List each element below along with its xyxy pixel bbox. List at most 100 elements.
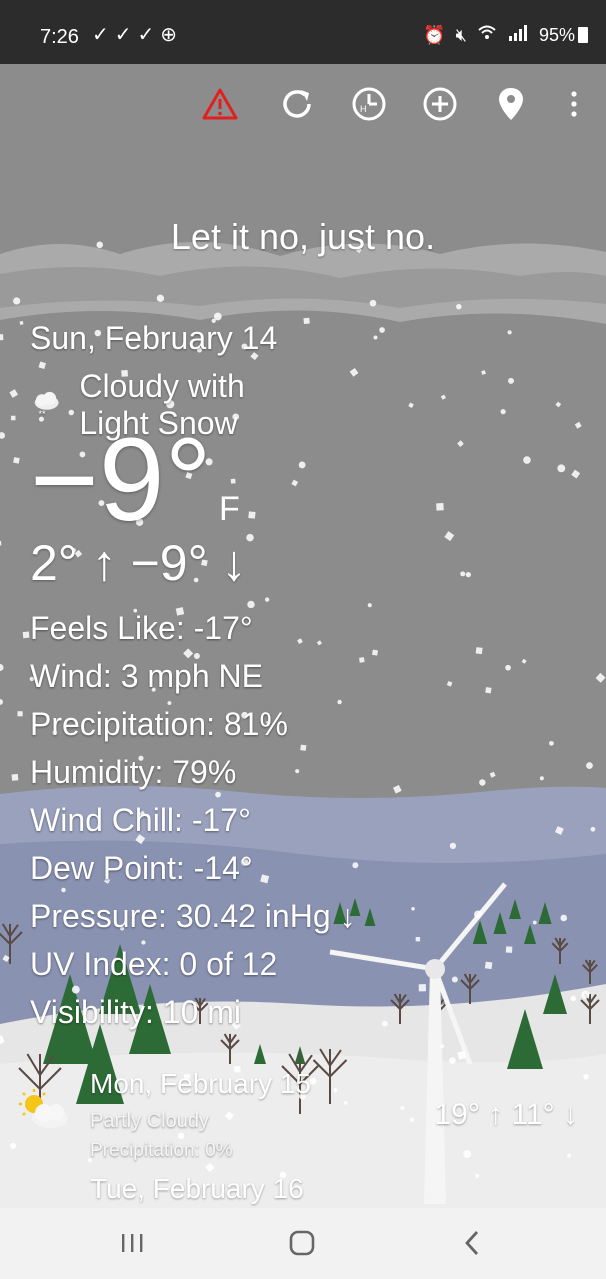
snowflake <box>246 533 254 542</box>
refresh-icon[interactable] <box>277 84 317 124</box>
snowflake <box>415 937 421 942</box>
snowflake <box>230 478 236 484</box>
weather-details: Feels Like: -17° Wind: 3 mph NE Precipit… <box>30 608 356 1040</box>
snowflake <box>523 456 531 464</box>
snowflake <box>500 409 506 415</box>
basketball-icon: ⊕ <box>160 24 184 46</box>
snowflake <box>436 502 444 511</box>
pressure: Pressure: 30.42 inHg ↓ <box>30 898 356 934</box>
snowflake <box>570 995 577 1002</box>
map-pin-icon[interactable] <box>491 84 531 124</box>
snowflake <box>418 984 427 992</box>
snowflake <box>379 327 385 333</box>
snowflake <box>11 773 19 781</box>
top-toolbar: H <box>0 84 606 124</box>
snowflake <box>13 457 20 464</box>
sun-cloud-icon <box>19 1089 68 1128</box>
snowflake <box>359 657 365 663</box>
system-icons: ⏰ 🔇︎ 95% <box>423 24 588 47</box>
forecast-precipitation: Precipitation: 0% <box>90 1140 233 1161</box>
snowflake <box>369 299 377 307</box>
snowflake <box>557 464 566 473</box>
snowflake <box>22 631 30 639</box>
snowflake <box>298 461 306 469</box>
mute-icon: 🔇︎ <box>455 25 467 45</box>
snowflake <box>474 910 482 919</box>
snowflake <box>549 740 554 746</box>
snowflake <box>505 664 511 671</box>
history-clock-icon[interactable]: H <box>349 84 389 124</box>
snowflake <box>264 597 270 602</box>
snowflake <box>382 1020 388 1027</box>
snowflake <box>411 906 415 911</box>
snowflake <box>460 571 466 577</box>
snowflake <box>508 377 514 384</box>
forecast-item[interactable]: Mon, February 15 Partly Cloudy Precipita… <box>0 1060 606 1164</box>
alert-icon[interactable] <box>200 84 240 124</box>
humidity: Humidity: 79% <box>30 754 237 790</box>
notification-icons: ✓✓✓⊕ <box>92 22 183 47</box>
dew-point: Dew Point: -14° <box>30 850 253 886</box>
snowflake <box>0 334 4 341</box>
snowflake <box>590 826 596 832</box>
snowflake <box>586 762 593 770</box>
signal-4g-icon <box>507 24 529 47</box>
wind: Wind: 3 mph NE <box>30 658 263 694</box>
weather-tagline: Let it no, just no. <box>170 216 436 257</box>
alarm-icon: ⏰ <box>423 25 446 45</box>
snowflake <box>13 297 21 305</box>
more-vert-icon[interactable] <box>554 84 594 124</box>
battery-icon <box>578 27 588 43</box>
recent-apps-icon[interactable] <box>112 1226 152 1260</box>
today-high-low: 2° ↑ −9° ↓ <box>30 535 247 591</box>
forecast-day: Tue, February 16 <box>90 1173 304 1204</box>
forecast-condition: Partly Cloudy <box>90 1110 209 1132</box>
snowflake <box>581 990 590 999</box>
check-icon: ✓ <box>137 24 161 46</box>
snowflake <box>303 317 310 325</box>
home-icon[interactable] <box>282 1226 322 1260</box>
snowflake <box>560 914 568 922</box>
visibility: Visibility: 10 mi <box>30 994 242 1030</box>
snowflake <box>451 976 458 983</box>
wifi-icon <box>477 24 497 47</box>
snowflake <box>449 842 457 850</box>
snowflake <box>485 687 492 694</box>
snowflake <box>479 779 486 786</box>
forecast-item[interactable]: Tue, February 16 <box>0 1165 606 1208</box>
snowflake <box>0 540 2 546</box>
snowflake <box>465 571 471 578</box>
wind-chill: Wind Chill: -17° <box>30 802 251 838</box>
add-location-icon[interactable] <box>420 84 460 124</box>
current-temperature: −9° <box>30 414 212 546</box>
forecast-day: Mon, February 15 <box>90 1068 311 1099</box>
svg-text:H: H <box>360 104 367 114</box>
feels-like: Feels Like: -17° <box>30 610 253 646</box>
navigation-bar <box>0 1208 606 1279</box>
snowflake <box>484 961 493 970</box>
current-conditions: Sun, February 14 ** Cloudy with Light Sn… <box>30 320 278 441</box>
snowflake <box>532 920 537 925</box>
status-time: 7:26 <box>40 26 79 48</box>
battery-level: 95% <box>539 25 588 46</box>
snowflake <box>367 603 372 608</box>
snowflake <box>539 776 544 781</box>
uv-index: UV Index: 0 of 12 <box>30 946 278 982</box>
check-icon: ✓ <box>114 24 138 46</box>
back-icon[interactable] <box>452 1226 492 1260</box>
check-icon: ✓ <box>92 24 115 46</box>
status-bar: 7:26 ✓✓✓⊕ ⏰ 🔇︎ 95% <box>0 0 606 64</box>
snowflake <box>507 330 512 335</box>
snowflake <box>456 303 462 310</box>
snowflake <box>373 335 378 340</box>
snowflake <box>505 946 513 953</box>
current-date: Sun, February 14 <box>30 320 278 356</box>
snowflake <box>17 711 23 717</box>
snowflake <box>248 511 256 519</box>
forecast-high-low: 19° ↑ 11° ↓ <box>434 1098 578 1131</box>
snowflake <box>475 647 483 655</box>
precipitation: Precipitation: 81% <box>30 706 288 742</box>
snowflake <box>372 649 378 656</box>
temperature-unit: F <box>219 490 240 528</box>
snowflake <box>156 294 165 303</box>
